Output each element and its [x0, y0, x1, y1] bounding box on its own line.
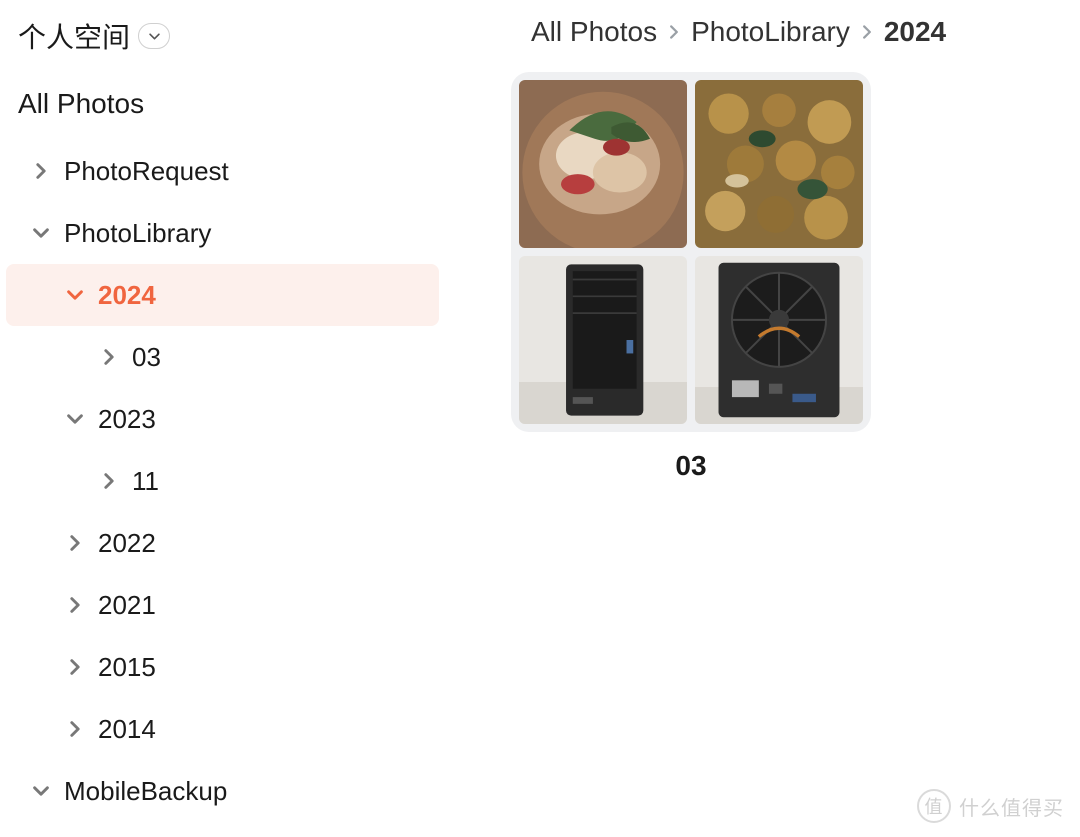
watermark-text: 什么值得买: [959, 792, 1064, 821]
chevron-down-icon[interactable]: [32, 224, 50, 242]
tree-item-label: 03: [132, 342, 161, 373]
chevron-right-icon[interactable]: [100, 472, 118, 490]
tree-item-2023[interactable]: 2023: [6, 388, 439, 450]
breadcrumb-item[interactable]: PhotoLibrary: [691, 16, 850, 48]
tree-item-2024[interactable]: 2024: [6, 264, 439, 326]
main-content: All Photos PhotoLibrary 2024: [445, 0, 1080, 837]
tree-item-label: 2015: [98, 652, 156, 683]
breadcrumb-current[interactable]: 2024: [884, 16, 946, 48]
folder-label: 03: [511, 450, 871, 482]
tree-item-2021[interactable]: 2021: [6, 574, 439, 636]
sidebar-root-all-photos[interactable]: All Photos: [0, 74, 445, 140]
chevron-right-icon[interactable]: [100, 348, 118, 366]
watermark: 值 什么值得买: [917, 789, 1064, 823]
tree-item-label: 2022: [98, 528, 156, 559]
chevron-down-icon[interactable]: [66, 286, 84, 304]
chevron-right-icon: [667, 25, 681, 39]
chevron-right-icon[interactable]: [66, 658, 84, 676]
breadcrumb: All Photos PhotoLibrary 2024: [465, 10, 1060, 72]
thumbnail-food-dish: [519, 80, 687, 248]
tree-item-photorequest[interactable]: PhotoRequest: [6, 140, 439, 202]
chevron-right-icon[interactable]: [66, 534, 84, 552]
tree-item-label: 2021: [98, 590, 156, 621]
tree-item-11[interactable]: 11: [6, 450, 439, 512]
tree-item-label: 2023: [98, 404, 156, 435]
tree-item-label: 2014: [98, 714, 156, 745]
tree-item-2014[interactable]: 2014: [6, 698, 439, 760]
chevron-down-icon[interactable]: [66, 410, 84, 428]
chevron-down-icon[interactable]: [32, 782, 50, 800]
folder-card-03[interactable]: [511, 72, 871, 432]
breadcrumb-item[interactable]: All Photos: [531, 16, 657, 48]
thumbnail-seafood-mix: [695, 80, 863, 248]
tree-item-label: 2024: [98, 280, 156, 311]
sidebar: 个人空间 All Photos PhotoRequest PhotoLibrary…: [0, 0, 445, 837]
watermark-badge-icon: 值: [917, 789, 951, 823]
chevron-right-icon: [860, 25, 874, 39]
tree-item-label: MobileBackup: [64, 776, 227, 807]
space-dropdown-button[interactable]: [138, 23, 170, 49]
tree-item-label: PhotoRequest: [64, 156, 229, 187]
tree-item-03[interactable]: 03: [6, 326, 439, 388]
tree-item-label: 11: [132, 466, 159, 497]
chevron-right-icon[interactable]: [32, 162, 50, 180]
thumbnail-nas-back-fan: [695, 256, 863, 424]
tree-item-photolibrary[interactable]: PhotoLibrary: [6, 202, 439, 264]
space-selector: 个人空间: [0, 10, 445, 74]
chevron-right-icon[interactable]: [66, 720, 84, 738]
folder-tree: PhotoRequest PhotoLibrary 2024 03 2023 11 2022…: [0, 140, 445, 822]
chevron-right-icon[interactable]: [66, 596, 84, 614]
tree-item-mobilebackup[interactable]: MobileBackup: [6, 760, 439, 822]
tree-item-2022[interactable]: 2022: [6, 512, 439, 574]
thumbnail-nas-front: [519, 256, 687, 424]
chevron-down-icon: [149, 31, 160, 42]
tree-item-label: PhotoLibrary: [64, 218, 211, 249]
tree-item-2015[interactable]: 2015: [6, 636, 439, 698]
space-label: 个人空间: [18, 16, 130, 56]
